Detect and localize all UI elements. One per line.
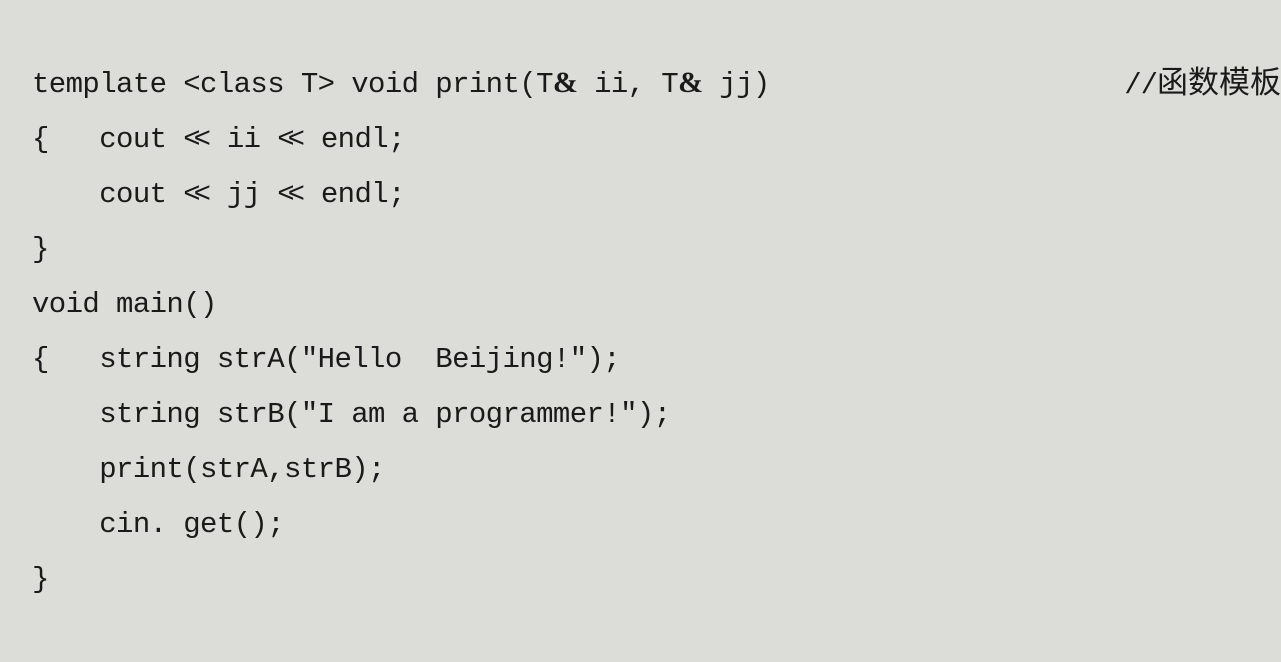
code-listing: template <class T> void print(T& ii, T& … [0, 0, 1281, 596]
code-line-2: { cout << ii << endl; [0, 55, 1281, 156]
code-line-4: } [0, 165, 1281, 266]
code-line-10-text: } [32, 563, 49, 596]
code-line-8: print(strA,strB); [0, 385, 1281, 486]
code-line-7: string strB("I am a programmer!"); [0, 330, 1281, 431]
code-line-5: void main() [0, 220, 1281, 321]
code-line-10: } [0, 495, 1281, 596]
code-line-1: template <class T> void print(T& ii, T& … [0, 0, 1281, 102]
code-line-6: { string strA("Hello Beijing!"); [0, 275, 1281, 376]
code-line-9: cin. get(); [0, 440, 1281, 541]
code-line-3: cout << jj << endl; [0, 110, 1281, 211]
code-line-1-comment: //函数模板 [1078, 0, 1281, 102]
